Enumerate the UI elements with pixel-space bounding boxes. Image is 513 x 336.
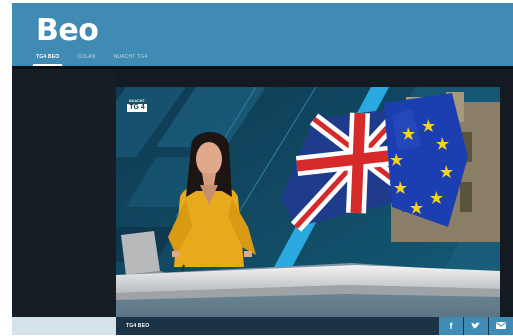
sidebar-panel (12, 69, 116, 317)
channel-logo-main: TG 4 (127, 104, 147, 112)
share-twitter-button[interactable] (464, 317, 488, 335)
control-dot[interactable] (478, 303, 480, 305)
video-footer: TG4 BEO f (12, 317, 513, 335)
twitter-icon (471, 317, 481, 330)
control-dot[interactable] (466, 303, 468, 305)
channel-logo-top: NUACHT (129, 99, 145, 103)
tab-nuacht-tg4[interactable]: NUACHT TG4 (114, 51, 148, 66)
share-email-button[interactable] (489, 317, 513, 335)
footer-left-panel (12, 317, 116, 335)
email-icon (496, 317, 506, 329)
app-frame: Beo TG4 BEO COLAN NUACHT TG4 NUACHT TG 4… (12, 3, 513, 335)
tab-colan[interactable]: COLAN (77, 51, 95, 66)
share-facebook-button[interactable]: f (439, 317, 463, 335)
video-frame (116, 87, 500, 317)
video-player[interactable]: NUACHT TG 4 (116, 87, 500, 317)
channel-logo: NUACHT TG 4 (124, 99, 150, 116)
site-header: Beo TG4 BEO COLAN NUACHT TG4 (12, 3, 513, 66)
video-title: TG4 BEO (126, 323, 150, 329)
player-controls (454, 300, 500, 308)
site-logo[interactable]: Beo (36, 14, 99, 48)
nav-tabs: TG4 BEO COLAN NUACHT TG4 (32, 51, 165, 66)
control-dot[interactable] (454, 303, 456, 305)
facebook-icon: f (449, 321, 453, 331)
control-dot[interactable] (490, 303, 492, 305)
tab-tg4-beo[interactable]: TG4 BEO (32, 51, 63, 66)
